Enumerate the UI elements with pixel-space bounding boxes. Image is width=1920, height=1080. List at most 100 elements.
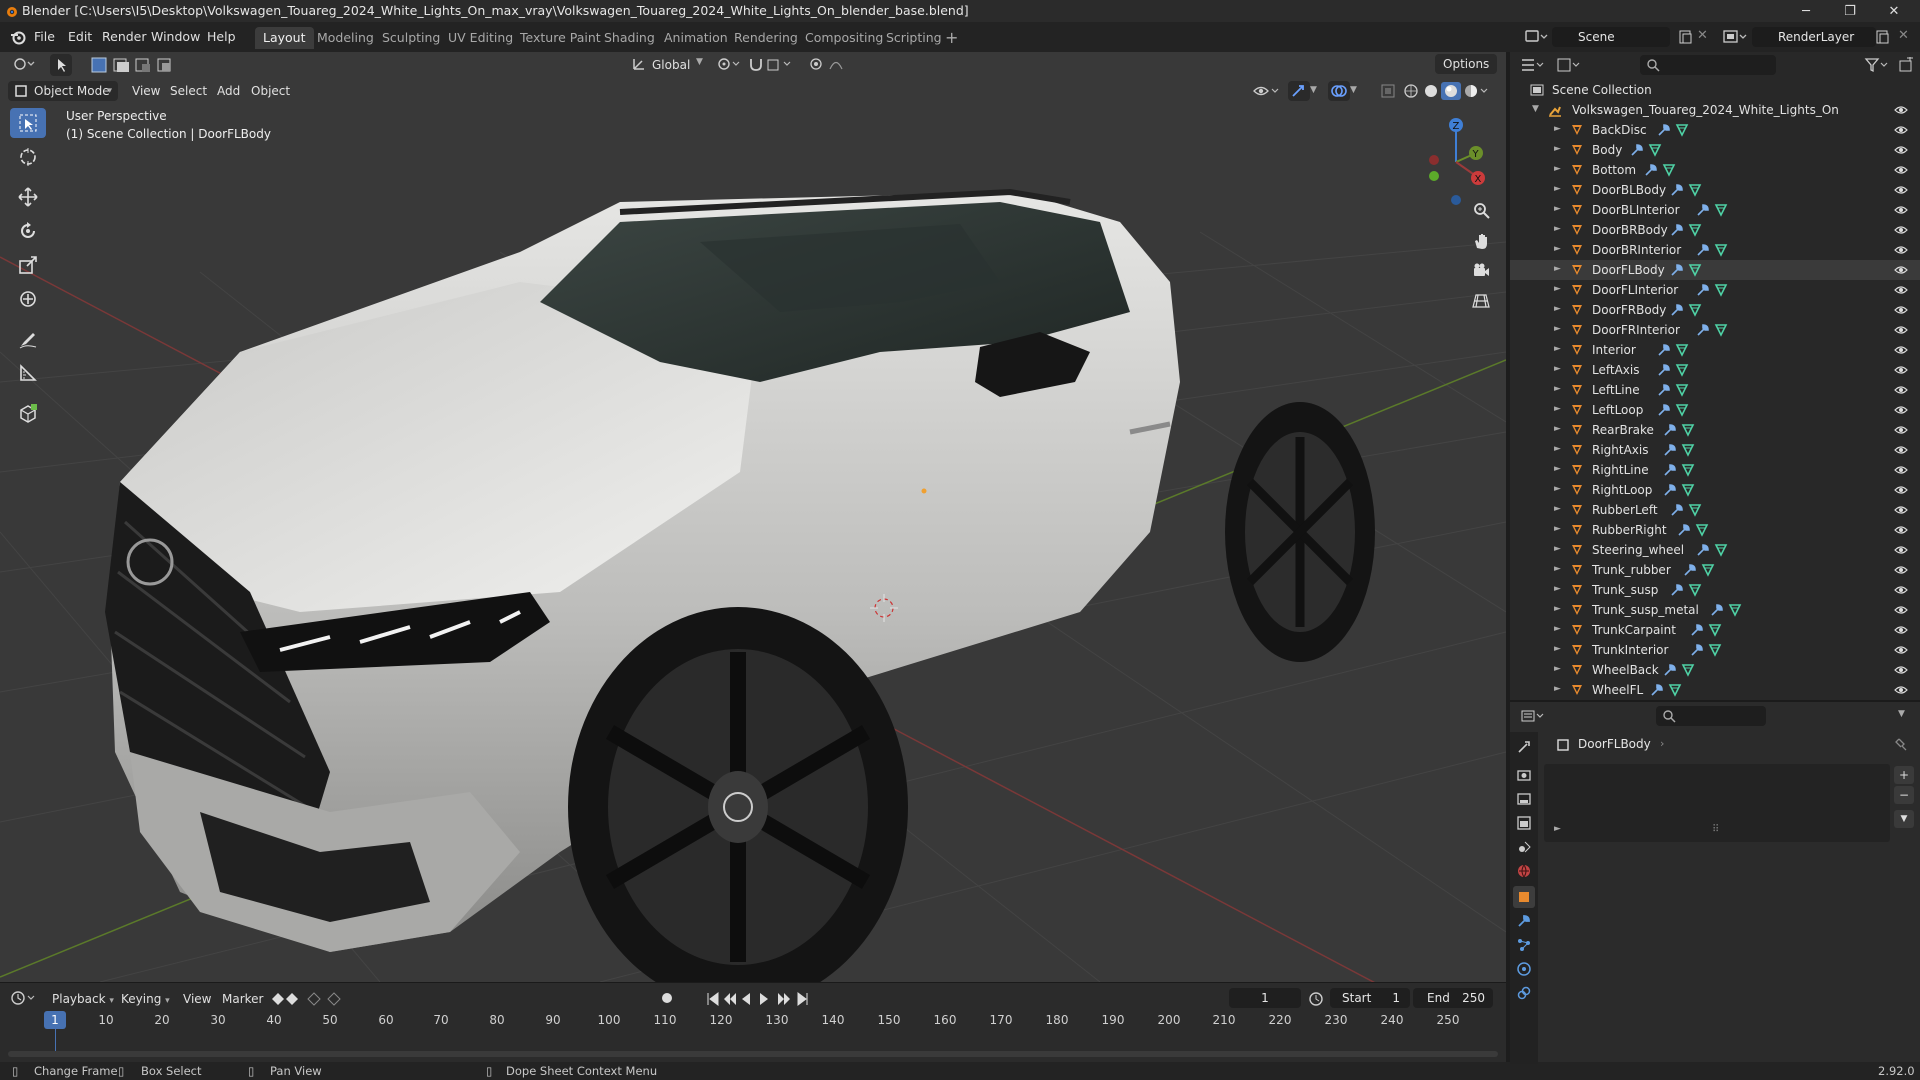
expand-icon[interactable]: ►: [1554, 204, 1561, 214]
modifier-icon[interactable]: [1663, 663, 1677, 677]
scene-collection-row[interactable]: Scene Collection: [1510, 80, 1920, 100]
properties-editor-icon[interactable]: [1520, 708, 1546, 724]
modifier-icon[interactable]: [1657, 403, 1671, 417]
modifier-icon[interactable]: [1663, 443, 1677, 457]
constraints-tab-icon[interactable]: [1513, 982, 1535, 1004]
outliner-item-leftaxis[interactable]: ► LeftAxis: [1510, 360, 1920, 380]
tab-layout[interactable]: Layout: [255, 27, 314, 49]
modifier-icon[interactable]: [1696, 243, 1710, 257]
modifiers-tab-icon[interactable]: [1513, 910, 1535, 932]
outliner-item-rightline[interactable]: ► RightLine: [1510, 460, 1920, 480]
pan-hand-icon[interactable]: [1468, 228, 1494, 254]
perspective-toggle-icon[interactable]: [1468, 288, 1494, 314]
view-layer-icon[interactable]: [1722, 28, 1748, 46]
expand-icon[interactable]: ►: [1554, 344, 1561, 354]
outliner-item-doorbrbody[interactable]: ► DoorBRBody: [1510, 220, 1920, 240]
list-expand-icon[interactable]: ►: [1554, 824, 1561, 834]
outliner-item-trunkcarpaint[interactable]: ► TrunkCarpaint: [1510, 620, 1920, 640]
render-tab-icon[interactable]: [1513, 764, 1535, 786]
visibility-eye-icon[interactable]: [1894, 584, 1908, 596]
mesh-data-icon[interactable]: [1714, 243, 1728, 257]
expand-icon[interactable]: ►: [1554, 624, 1561, 634]
expand-icon[interactable]: ►: [1554, 604, 1561, 614]
overlays-toggle-icon[interactable]: [1328, 81, 1350, 101]
mesh-data-icon[interactable]: [1662, 163, 1676, 177]
mesh-data-icon[interactable]: [1714, 543, 1728, 557]
menu-edit[interactable]: Edit: [68, 29, 92, 44]
cursor-tool[interactable]: [10, 142, 46, 172]
tab-shading[interactable]: Shading: [596, 27, 663, 49]
timeline-menu-view[interactable]: View: [183, 989, 211, 1009]
render-layer-field[interactable]: RenderLayer: [1752, 27, 1876, 47]
collection-row[interactable]: ▼ Volkswagen_Touareg_2024_White_Lights_O…: [1510, 100, 1920, 120]
expand-icon[interactable]: ►: [1554, 124, 1561, 134]
expand-icon[interactable]: ►: [1554, 684, 1561, 694]
visibility-eye-icon[interactable]: [1894, 144, 1908, 156]
menu-window[interactable]: Window: [151, 29, 200, 44]
modifier-icon[interactable]: [1663, 483, 1677, 497]
outliner-item-leftline[interactable]: ► LeftLine: [1510, 380, 1920, 400]
mesh-data-icon[interactable]: [1675, 343, 1689, 357]
expand-icon[interactable]: ►: [1554, 504, 1561, 514]
expand-icon[interactable]: ►: [1554, 484, 1561, 494]
visibility-eye-icon[interactable]: [1894, 564, 1908, 576]
outliner-item-doorfrbody[interactable]: ► DoorFRBody: [1510, 300, 1920, 320]
mesh-data-icon[interactable]: [1708, 623, 1722, 637]
add-cube-tool[interactable]: [10, 398, 46, 428]
visibility-eye-icon[interactable]: [1894, 264, 1908, 276]
move-tool[interactable]: [10, 182, 46, 212]
material-slot-list[interactable]: ► ⠿: [1544, 764, 1890, 842]
snap-icon[interactable]: [748, 56, 796, 72]
modifier-icon[interactable]: [1670, 503, 1684, 517]
viewport-menu-object[interactable]: Object: [251, 81, 290, 101]
mesh-data-icon[interactable]: [1688, 263, 1702, 277]
modifier-icon[interactable]: [1670, 583, 1684, 597]
expand-icon[interactable]: ►: [1554, 364, 1561, 374]
visibility-eye-icon[interactable]: [1894, 164, 1908, 176]
end-frame-field[interactable]: End 250: [1413, 988, 1493, 1008]
editor-type-icon[interactable]: [12, 55, 36, 73]
outliner-item-rubberright[interactable]: ► RubberRight: [1510, 520, 1920, 540]
remove-slot-button[interactable]: −: [1894, 786, 1914, 804]
timeline-menu-marker[interactable]: Marker: [222, 989, 263, 1009]
outliner-item-doorblinterior[interactable]: ► DoorBLInterior: [1510, 200, 1920, 220]
outliner-item-doorbrinterior[interactable]: ► DoorBRInterior: [1510, 240, 1920, 260]
object-mode-dropdown[interactable]: Object Mode ▾: [8, 81, 118, 101]
visibility-eye-icon[interactable]: [1894, 424, 1908, 436]
world-tab-icon[interactable]: [1513, 860, 1535, 882]
modifier-icon[interactable]: [1710, 603, 1724, 617]
expand-icon[interactable]: ►: [1554, 584, 1561, 594]
visibility-eye-icon[interactable]: [1894, 684, 1908, 696]
camera-view-icon[interactable]: [1468, 258, 1494, 284]
record-icon[interactable]: [660, 991, 674, 1005]
outliner-item-rubberleft[interactable]: ► RubberLeft: [1510, 500, 1920, 520]
select-tool-icon[interactable]: [50, 54, 72, 76]
modifier-icon[interactable]: [1670, 303, 1684, 317]
clock-icon[interactable]: [1308, 991, 1324, 1007]
object-tab-icon[interactable]: [1513, 886, 1535, 908]
transform-tool[interactable]: [10, 284, 46, 314]
expand-icon[interactable]: ►: [1554, 324, 1561, 334]
visibility-icon[interactable]: [1252, 83, 1280, 99]
timeline-editor-type-icon[interactable]: [10, 989, 36, 1007]
viewport-menu-add[interactable]: Add: [217, 81, 240, 101]
mesh-data-icon[interactable]: [1688, 583, 1702, 597]
visibility-eye-icon[interactable]: [1894, 344, 1908, 356]
view-layer-tab-icon[interactable]: [1513, 812, 1535, 834]
modifier-icon[interactable]: [1663, 463, 1677, 477]
timeline-menu-keying[interactable]: Keying ▾: [121, 989, 170, 1009]
visibility-eye-icon[interactable]: [1894, 464, 1908, 476]
gizmo-chevron-icon[interactable]: ▼: [1310, 85, 1317, 95]
visibility-eye-icon[interactable]: [1894, 204, 1908, 216]
visibility-eye-icon[interactable]: [1894, 544, 1908, 556]
outliner-editor-icon[interactable]: [1520, 57, 1546, 73]
3d-viewport[interactable]: Global ▼ Options ▾ Object Mode ▾ View Se…: [0, 52, 1506, 982]
tool-tab-icon[interactable]: [1513, 736, 1535, 758]
mesh-data-icon[interactable]: [1688, 223, 1702, 237]
properties-search-input[interactable]: [1656, 706, 1766, 726]
start-frame-field[interactable]: Start 1: [1330, 988, 1410, 1008]
expand-icon[interactable]: ►: [1554, 224, 1561, 234]
expand-icon[interactable]: ►: [1554, 644, 1561, 654]
output-tab-icon[interactable]: [1513, 788, 1535, 810]
blender-menu-icon[interactable]: [10, 29, 26, 45]
